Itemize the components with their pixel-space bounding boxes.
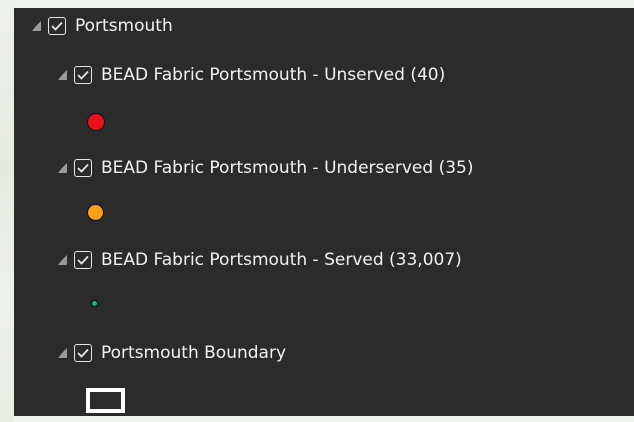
- checkbox-checked-icon[interactable]: [74, 159, 92, 177]
- layer-item-label: BEAD Fabric Portsmouth - Served (33,007): [101, 250, 462, 270]
- checkbox-checked-icon[interactable]: [74, 66, 92, 84]
- layer-group-label: Portsmouth: [75, 16, 173, 36]
- layer-item-boundary[interactable]: Portsmouth Boundary: [58, 343, 286, 363]
- polygon-symbol-icon: [86, 388, 125, 413]
- point-symbol-icon: [91, 300, 98, 307]
- map-background: [0, 0, 14, 422]
- expand-triangle-icon[interactable]: [58, 70, 67, 80]
- checkbox-checked-icon[interactable]: [74, 344, 92, 362]
- point-symbol-icon: [87, 204, 104, 221]
- layer-item-label: Portsmouth Boundary: [101, 343, 287, 363]
- expand-triangle-icon[interactable]: [32, 21, 41, 31]
- layer-item-unserved[interactable]: BEAD Fabric Portsmouth - Unserved (40): [58, 65, 445, 85]
- checkbox-checked-icon[interactable]: [48, 17, 66, 35]
- layer-item-label: BEAD Fabric Portsmouth - Underserved (35…: [101, 158, 474, 178]
- expand-triangle-icon[interactable]: [58, 255, 67, 265]
- point-symbol-icon: [87, 113, 105, 131]
- layer-item-underserved[interactable]: BEAD Fabric Portsmouth - Underserved (35…: [58, 158, 473, 178]
- layer-item-served[interactable]: BEAD Fabric Portsmouth - Served (33,007): [58, 250, 462, 270]
- contents-pane: Portsmouth BEAD Fabric Portsmouth - Unse…: [14, 8, 634, 416]
- expand-triangle-icon[interactable]: [58, 163, 67, 173]
- checkbox-checked-icon[interactable]: [74, 251, 92, 269]
- layer-group-portsmouth[interactable]: Portsmouth: [32, 16, 173, 36]
- expand-triangle-icon[interactable]: [58, 348, 67, 358]
- layer-item-label: BEAD Fabric Portsmouth - Unserved (40): [101, 65, 446, 85]
